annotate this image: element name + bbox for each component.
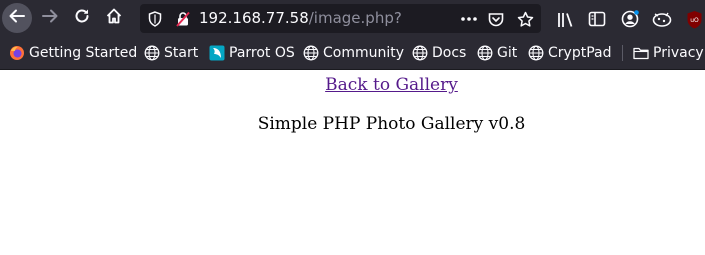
bookmark-label: Getting Started <box>29 45 138 61</box>
bookmark-label: CryptPad <box>548 45 612 61</box>
bookmark-label: Docs <box>432 45 467 61</box>
back-to-gallery-link[interactable]: Back to Gallery <box>0 75 705 95</box>
globe-icon <box>477 45 493 61</box>
more-dots-icon[interactable] <box>460 10 478 28</box>
bookmark-folder-privacy[interactable]: Privacy <box>633 44 704 62</box>
bookmark-label: Parrot OS <box>229 45 295 61</box>
bookmark-label: Privacy <box>653 45 704 61</box>
globe-icon <box>412 45 428 61</box>
bookmark-parrot-os[interactable]: Parrot OS <box>209 44 295 62</box>
bookmark-label: Start <box>164 45 199 61</box>
cookie-icon[interactable] <box>652 9 672 29</box>
firefox-icon <box>9 45 25 61</box>
svg-text:uO: uO <box>690 17 699 24</box>
parrot-icon <box>209 45 225 61</box>
bookmark-getting-started[interactable]: Getting Started <box>9 44 137 62</box>
star-icon[interactable] <box>516 10 534 28</box>
address-bar[interactable]: 192.168.77.58/image.php? <box>140 4 541 33</box>
library-icon[interactable] <box>557 9 577 29</box>
home-icon <box>105 7 123 29</box>
url-path: /image.php? <box>308 9 402 27</box>
bookmark-start[interactable]: Start <box>144 44 198 62</box>
bookmark-docs[interactable]: Docs <box>412 44 466 62</box>
account-icon[interactable] <box>620 9 640 29</box>
folder-icon <box>633 45 649 61</box>
navigation-toolbar: 192.168.77.58/image.php? uO <box>0 0 705 37</box>
globe-icon <box>528 45 544 61</box>
reload-button[interactable] <box>67 3 97 33</box>
bookmark-label: Git <box>497 45 518 61</box>
insecure-lock-icon[interactable] <box>174 10 192 28</box>
gallery-title: Simple PHP Photo Gallery v0.8 <box>257 114 526 134</box>
bookmark-label: Community <box>323 45 405 61</box>
bookmarks-separator <box>622 45 623 61</box>
bookmark-git[interactable]: Git <box>477 44 517 62</box>
bookmark-cryptpad[interactable]: CryptPad <box>528 44 611 62</box>
globe-icon <box>303 45 319 61</box>
ublock-icon[interactable]: uO <box>684 9 704 29</box>
back-button[interactable] <box>2 3 32 33</box>
page-content: Back to Gallery Simple PHP Photo Gallery… <box>0 70 705 255</box>
home-button[interactable] <box>99 3 129 33</box>
bookmarks-toolbar: Getting Started Start Parrot OS Communit… <box>0 37 705 70</box>
globe-icon <box>144 45 160 61</box>
sidebar-icon[interactable] <box>587 9 607 29</box>
url-host: 192.168.77.58 <box>199 9 309 27</box>
url-text[interactable]: 192.168.77.58/image.php? <box>199 9 402 28</box>
forward-button[interactable] <box>35 3 65 33</box>
forward-arrow-icon <box>41 7 59 29</box>
bookmark-community[interactable]: Community <box>303 44 404 62</box>
back-arrow-icon <box>8 7 26 29</box>
reload-icon <box>73 7 91 29</box>
pocket-icon[interactable] <box>487 10 505 28</box>
shield-icon[interactable] <box>146 10 164 28</box>
